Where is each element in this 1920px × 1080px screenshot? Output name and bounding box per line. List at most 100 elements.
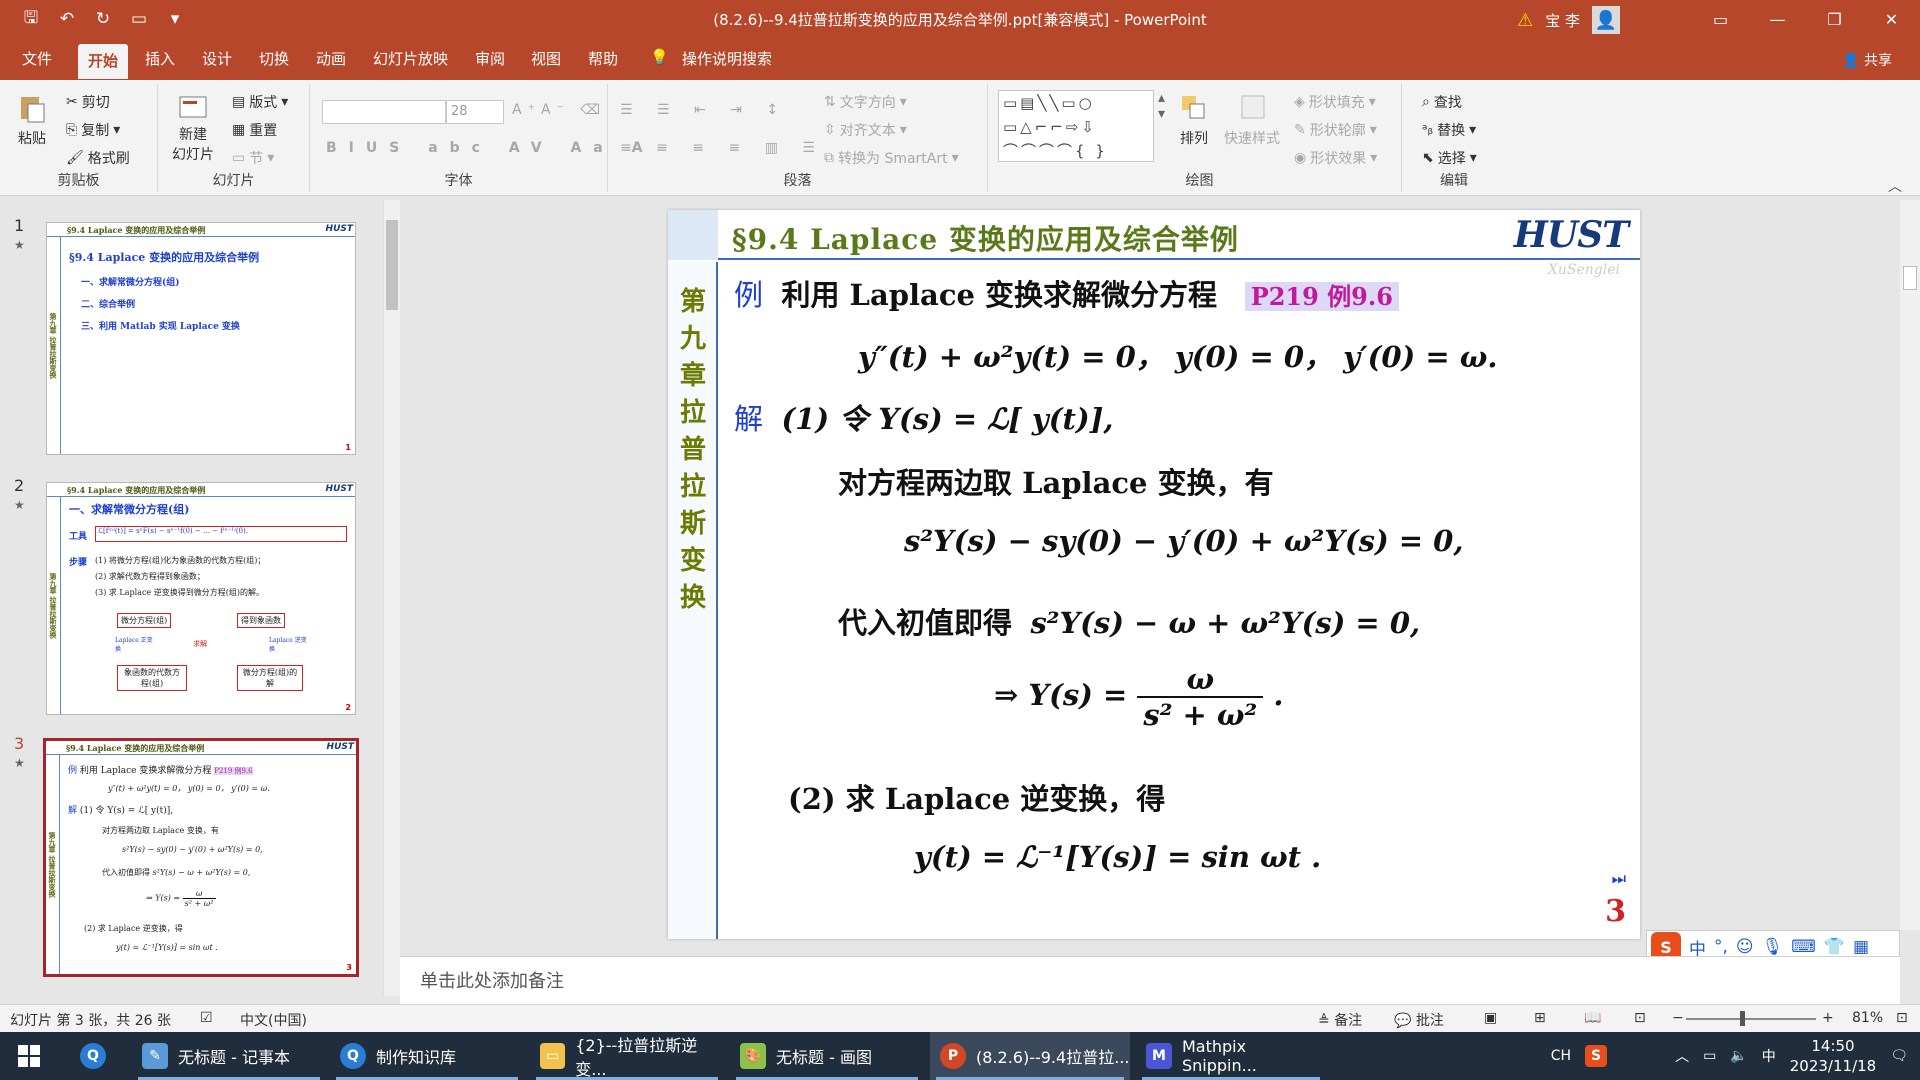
share-button[interactable]: 👤 共享 [1842, 50, 1892, 70]
notes-placeholder[interactable]: 单击此处添加备注 [420, 967, 564, 993]
zoom-level[interactable]: 81% [1852, 1010, 1883, 1026]
next-page-icon[interactable]: ⏭ [1612, 869, 1626, 889]
taskbar-item-notepad[interactable]: ✎ 无标题 - 记事本 [132, 1032, 326, 1080]
warning-icon[interactable]: ⚠ [1517, 10, 1533, 31]
thumb-item: 三、利用 Matlab 实现 Laplace 变换 [81, 322, 240, 332]
format-painter-button[interactable]: 🖌 格式刷 [66, 148, 130, 168]
ribbon-display-icon[interactable]: ▭ [1692, 0, 1749, 38]
notes-toggle[interactable]: ≜ 备注 [1318, 1010, 1362, 1030]
tray-expand-icon[interactable]: ︿ [1675, 1046, 1689, 1066]
keyboard-icon[interactable]: ⌨ [1791, 937, 1816, 957]
tab-review[interactable]: 审阅 [475, 48, 505, 69]
current-slide[interactable]: §9.4 Laplace 变换的应用及综合举例 HUST XuSenglei 第… [668, 210, 1640, 939]
shape-outline-button[interactable]: ✎ 形状轮廓 ▾ [1294, 120, 1377, 140]
fit-to-window-icon[interactable]: ⊡ [1896, 1010, 1908, 1026]
taskbar-item-knowledge-base[interactable]: Q 制作知识库 [330, 1032, 524, 1080]
font-family-combo[interactable] [322, 100, 446, 124]
avatar[interactable]: 👤 [1592, 6, 1620, 34]
tab-home[interactable]: 开始 [78, 44, 129, 79]
new-slide-button[interactable]: 新建 幻灯片 [172, 92, 214, 164]
font-style-buttons[interactable]: BIUS abc AV Aa A [326, 140, 654, 156]
sogou-tray-icon[interactable]: S [1585, 1045, 1608, 1067]
tab-animations[interactable]: 动画 [316, 48, 346, 69]
cut-button[interactable]: ✂ 剪切 [66, 92, 110, 112]
tab-help[interactable]: 帮助 [588, 48, 618, 69]
find-button[interactable]: ⌕ 查找 [1422, 92, 1462, 112]
user-name[interactable]: 宝 李 [1545, 10, 1580, 31]
ime-tray-icon[interactable]: 中 [1762, 1046, 1776, 1066]
zoom-slider-thumb[interactable] [1740, 1011, 1745, 1026]
skin-icon[interactable]: 👕 [1824, 937, 1845, 957]
zoom-out-icon[interactable]: − [1672, 1010, 1684, 1026]
tab-view[interactable]: 视图 [531, 48, 561, 69]
input-language[interactable]: CH [1551, 1048, 1571, 1064]
thumbnail-scrollbar[interactable] [383, 200, 400, 996]
volume-icon[interactable]: 🔈 [1730, 1048, 1747, 1064]
emoji-icon[interactable]: ☺ [1736, 937, 1754, 957]
font-size-combo[interactable]: 28 [446, 100, 504, 124]
section-button[interactable]: ▭ 节 ▾ [232, 148, 274, 168]
select-button[interactable]: ⬉ 选择 ▾ [1422, 148, 1477, 168]
slides-label: 幻灯片 [212, 173, 255, 189]
taskbar-item-mathpix[interactable]: M Mathpix Snippin... [1136, 1032, 1326, 1080]
minimize-icon[interactable]: — [1749, 0, 1806, 38]
copy-button[interactable]: ⎘ 复制 ▾ [66, 120, 120, 140]
list-buttons[interactable]: ☰ ☰ ⇤ ⇥ ↕ [620, 102, 788, 118]
arrange-button[interactable]: 排列 [1178, 92, 1210, 148]
notes-pane[interactable]: 单击此处添加备注 [400, 956, 1900, 1004]
replace-button[interactable]: ᵃᵦ 替换 ▾ [1422, 120, 1476, 140]
shapes-gallery-scroll[interactable]: ▴ ▾ [1158, 90, 1165, 122]
thumb-example-line: 例 利用 Laplace 变换求解微分方程 P219 例9.6 [68, 763, 253, 776]
tab-slideshow[interactable]: 幻灯片放映 [373, 48, 448, 69]
comments-toggle[interactable]: 💬 批注 [1394, 1010, 1444, 1030]
slideshow-view-icon[interactable]: ⊡ [1634, 1010, 1646, 1026]
scrollbar-thumb[interactable] [386, 220, 398, 310]
restore-icon[interactable]: ❐ [1806, 0, 1863, 38]
slide-scrollbar[interactable] [1900, 200, 1920, 930]
align-text-button[interactable]: ⇳ 对齐文本 ▾ [824, 120, 907, 140]
reading-view-icon[interactable]: 📖 [1584, 1010, 1601, 1026]
zoom-slider[interactable] [1686, 1018, 1816, 1020]
align-buttons[interactable]: ≡ ≡ ≡ ≡ ▥ ☰ [620, 140, 825, 156]
layout-button[interactable]: ▤ 版式 ▾ [232, 92, 288, 112]
start-button[interactable] [8, 1032, 58, 1080]
taskbar-item-powerpoint[interactable]: P (8.2.6)--9.4拉普拉... [930, 1032, 1130, 1080]
text-direction-button[interactable]: ⇅ 文字方向 ▾ [824, 92, 907, 112]
language-indicator[interactable]: 中文(中国) [240, 1010, 307, 1030]
slide-thumbnail-1[interactable]: §9.4 Laplace 变换的应用及综合举例 HUST 第九章 拉普拉斯变换 … [46, 222, 356, 455]
tab-transitions[interactable]: 切换 [259, 48, 289, 69]
normal-view-icon[interactable]: ▣ [1484, 1010, 1497, 1026]
network-icon[interactable]: ▭ [1703, 1048, 1716, 1064]
taskbar-item-paint[interactable]: 🎨 无标题 - 画图 [730, 1032, 924, 1080]
lightbulb-icon[interactable]: 💡 [650, 48, 669, 66]
close-icon[interactable]: ✕ [1863, 0, 1920, 38]
tab-insert[interactable]: 插入 [145, 48, 175, 69]
collapse-ribbon-icon[interactable]: ︿ [1888, 176, 1902, 196]
tab-file[interactable]: 文件 [22, 48, 52, 69]
punctuation-icon[interactable]: °, [1714, 937, 1728, 957]
zoom-in-icon[interactable]: + [1822, 1010, 1834, 1026]
slide-sorter-icon[interactable]: ⊞ [1534, 1010, 1546, 1026]
slide-thumbnail-3[interactable]: §9.4 Laplace 变换的应用及综合举例 HUST 第九章 拉普拉斯变换 … [43, 738, 359, 977]
accessibility-icon[interactable]: ☑ [200, 1010, 213, 1026]
slide-thumbnail-2[interactable]: §9.4 Laplace 变换的应用及综合举例 HUST 第九章 拉普拉斯变换 … [46, 482, 356, 715]
reset-button[interactable]: ▦ 重置 [232, 120, 277, 140]
search-button[interactable]: Q [70, 1032, 126, 1080]
paste-button[interactable]: 粘贴 [16, 92, 48, 148]
shape-fill-button[interactable]: ◈ 形状填充 ▾ [1294, 92, 1376, 112]
taskbar-label: {2}--拉普拉斯逆变... [575, 1036, 698, 1079]
toolbox-icon[interactable]: ▦ [1853, 937, 1869, 957]
shapes-gallery[interactable]: ▭▤╲╲▭○ ▭△⌐⌐⇨⇩ ⌒⌒⌒⌒{ } [998, 90, 1154, 162]
tell-me-search[interactable]: 操作说明搜索 [682, 48, 772, 69]
tab-design[interactable]: 设计 [202, 48, 232, 69]
clock[interactable]: 14:50 2023/11/18 [1790, 1036, 1876, 1076]
quick-styles-button[interactable]: 快速样式 [1224, 92, 1280, 148]
microphone-icon[interactable]: 🎙 [1762, 937, 1784, 957]
smartart-button[interactable]: ⧉ 转换为 SmartArt ▾ [824, 148, 959, 168]
step2-text: (2) 求 Laplace 逆变换，得 [788, 782, 1166, 816]
notifications-icon[interactable]: 🗨 [1890, 1048, 1908, 1064]
scrollbar-thumb[interactable] [1903, 266, 1917, 290]
taskbar-item-folder[interactable]: ▭ {2}--拉普拉斯逆变... [530, 1032, 724, 1080]
shape-effects-button[interactable]: ◉ 形状效果 ▾ [1294, 148, 1377, 168]
font-size-buttons[interactable]: A⁺A⁻ ⌫ [512, 102, 606, 118]
